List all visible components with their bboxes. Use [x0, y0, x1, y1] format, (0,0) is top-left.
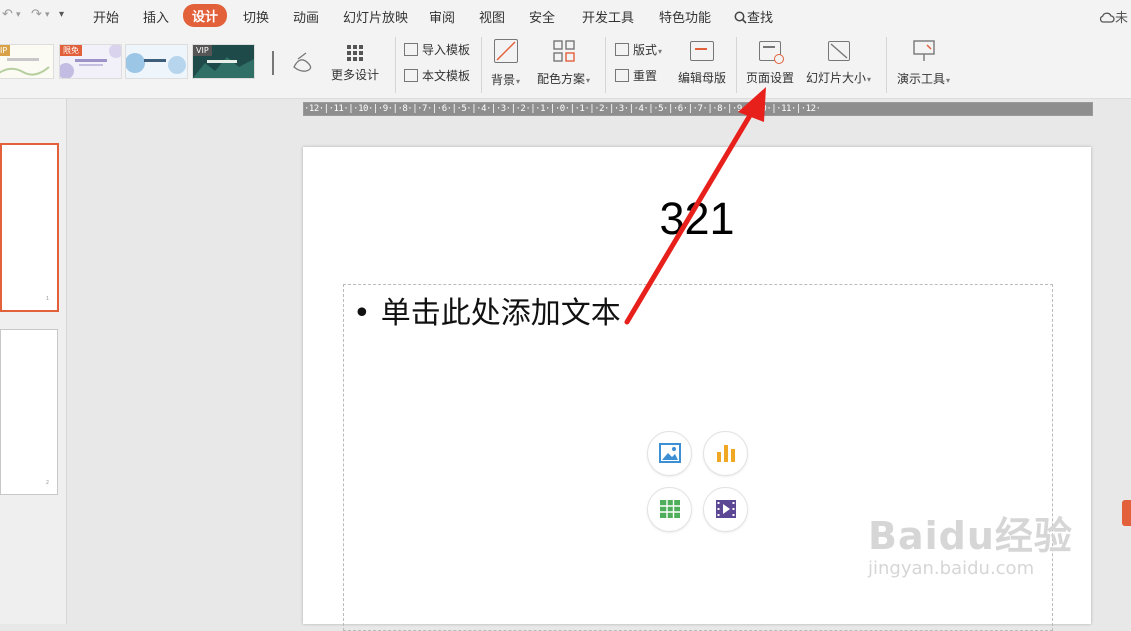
watermark-main: Baidu经验 [868, 514, 1073, 558]
chevron-down-icon: ▾ [516, 77, 521, 86]
baidu-watermark: Baidu经验 jingyan.baidu.com [868, 505, 1073, 579]
ribbon-divider [886, 37, 887, 93]
slide-master-icon [690, 41, 714, 61]
layout-label: 版式 [633, 43, 658, 57]
template-preview-image [272, 51, 312, 75]
layout-button[interactable]: 版式▾ [615, 41, 662, 58]
search-label: 查找 [747, 11, 774, 26]
cloud-label: 未 [1115, 11, 1129, 26]
page-setup-label: 页面设置 [746, 71, 795, 85]
color-scheme-icon [552, 40, 575, 62]
tab-slideshow[interactable]: 幻灯片放映 [343, 7, 408, 26]
layout-icon [615, 43, 629, 56]
customize-toolbar-icon[interactable]: ▾ [59, 9, 64, 20]
more-design-label: 更多设计 [331, 68, 380, 82]
tab-insert[interactable]: 插入 [143, 7, 169, 26]
presentation-tools-label: 演示工具 [897, 72, 946, 86]
template-thumb-3[interactable] [125, 44, 188, 79]
insert-chart-button[interactable] [703, 431, 748, 476]
grid-icon [347, 45, 363, 61]
color-scheme-button[interactable]: 配色方案▾ [537, 37, 590, 87]
tab-review[interactable]: 审阅 [429, 7, 455, 26]
slide-thumbnail-2[interactable]: 2 [0, 329, 58, 495]
insert-picture-button[interactable] [647, 431, 692, 476]
redo-icon[interactable]: ↷ [31, 7, 42, 22]
background-label: 背景 [491, 73, 516, 87]
ribbon-divider [395, 37, 396, 93]
chevron-down-icon: ▾ [946, 76, 951, 85]
page-setup-icon [759, 41, 784, 64]
insert-table-button[interactable] [647, 487, 692, 532]
vip-badge: VIP [193, 45, 212, 56]
chevron-down-icon: ▾ [658, 47, 663, 56]
import-template-icon [404, 43, 418, 56]
template-thumb-5[interactable] [259, 44, 322, 79]
presentation-tools-button[interactable]: 演示工具▾ [897, 37, 950, 87]
template-thumb-2[interactable]: 限免 [59, 44, 122, 79]
vip-badge: IP [0, 45, 11, 56]
slide-title[interactable]: 321 [303, 193, 1091, 245]
menu-bar: ↶ ▾ ↷ ▾ ▾ 开始 插入 设计 切换 动画 幻灯片放映 审阅 视图 安全 … [0, 0, 1131, 31]
reset-icon [615, 69, 629, 82]
template-preview-image [126, 45, 187, 78]
this-template-button[interactable]: 本文模板 [404, 67, 470, 84]
slide-thumbnail-1[interactable]: 1 [0, 143, 59, 312]
reset-label: 重置 [633, 69, 658, 83]
import-template-label: 导入模板 [422, 43, 471, 57]
template-thumb-1[interactable]: IP [0, 44, 54, 79]
slide-size-button[interactable]: 幻灯片大小▾ [806, 37, 871, 86]
tab-view[interactable]: 视图 [479, 7, 505, 26]
template-thumb-4[interactable]: VIP [192, 44, 255, 79]
slide-number: 1 [45, 296, 49, 302]
bar-chart-icon [717, 445, 735, 462]
background-button[interactable]: 背景▾ [491, 37, 520, 88]
watermark-url: jingyan.baidu.com [868, 558, 1035, 579]
tab-design[interactable]: 设计 [183, 4, 228, 27]
tab-security[interactable]: 安全 [529, 7, 555, 26]
video-icon [716, 500, 736, 518]
tab-animation[interactable]: 动画 [293, 7, 319, 26]
undo-dropdown-icon[interactable]: ▾ [16, 10, 21, 20]
design-ribbon: IP 限免 VIP 更多设计 导入模板 本文模板 背景▾ 配色方案▾ 版式▾ 重… [0, 31, 1131, 99]
edit-master-label: 编辑母版 [678, 71, 727, 85]
redo-dropdown-icon[interactable]: ▾ [45, 10, 50, 20]
tab-developer[interactable]: 开发工具 [582, 7, 634, 26]
page-setup-button[interactable]: 页面设置 [746, 37, 794, 86]
chevron-down-icon: ▾ [867, 75, 872, 84]
background-icon [493, 39, 518, 63]
slide-size-icon [827, 41, 850, 61]
side-panel-tab[interactable] [1122, 500, 1131, 526]
undo-icon[interactable]: ↶ [2, 7, 13, 22]
horizontal-ruler[interactable]: ·12·|·11·|·10·|·9·|·8·|·7·|·6·|·5·|·4·|·… [303, 102, 1093, 116]
ribbon-divider [736, 37, 737, 93]
slide-number: 2 [45, 480, 49, 486]
presentation-tools-icon [912, 40, 935, 61]
slide-size-label: 幻灯片大小 [806, 71, 867, 85]
bullet-icon: • [353, 296, 371, 331]
cloud-sync-status[interactable]: 未 [1099, 7, 1128, 26]
slide-thumbnail-panel[interactable]: 1 2 [0, 99, 67, 624]
more-design-button[interactable]: 更多设计 [331, 37, 379, 83]
table-icon [660, 500, 680, 518]
free-badge: 限免 [60, 45, 82, 56]
chevron-down-icon: ▾ [586, 76, 591, 85]
placeholder-text[interactable]: 单击此处添加文本 [381, 296, 621, 331]
tab-home[interactable]: 开始 [93, 7, 119, 26]
ribbon-divider [605, 37, 606, 93]
import-template-button[interactable]: 导入模板 [404, 41, 470, 58]
edit-master-button[interactable]: 编辑母版 [678, 37, 726, 86]
color-scheme-label: 配色方案 [537, 72, 586, 86]
search-button[interactable]: 查找 [734, 7, 773, 26]
this-template-label: 本文模板 [422, 69, 471, 83]
picture-icon [659, 443, 681, 463]
search-icon [734, 11, 747, 24]
tab-transitions[interactable]: 切换 [243, 7, 269, 26]
document-template-icon [404, 69, 418, 82]
cloud-icon [1099, 12, 1115, 23]
insert-video-button[interactable] [703, 487, 748, 532]
tab-special-features[interactable]: 特色功能 [659, 7, 711, 26]
ruler-labels: ·12·|·11·|·10·|·9·|·8·|·7·|·6·|·5·|·4·|·… [304, 104, 821, 114]
ribbon-divider [481, 37, 482, 93]
reset-button[interactable]: 重置 [615, 67, 657, 84]
